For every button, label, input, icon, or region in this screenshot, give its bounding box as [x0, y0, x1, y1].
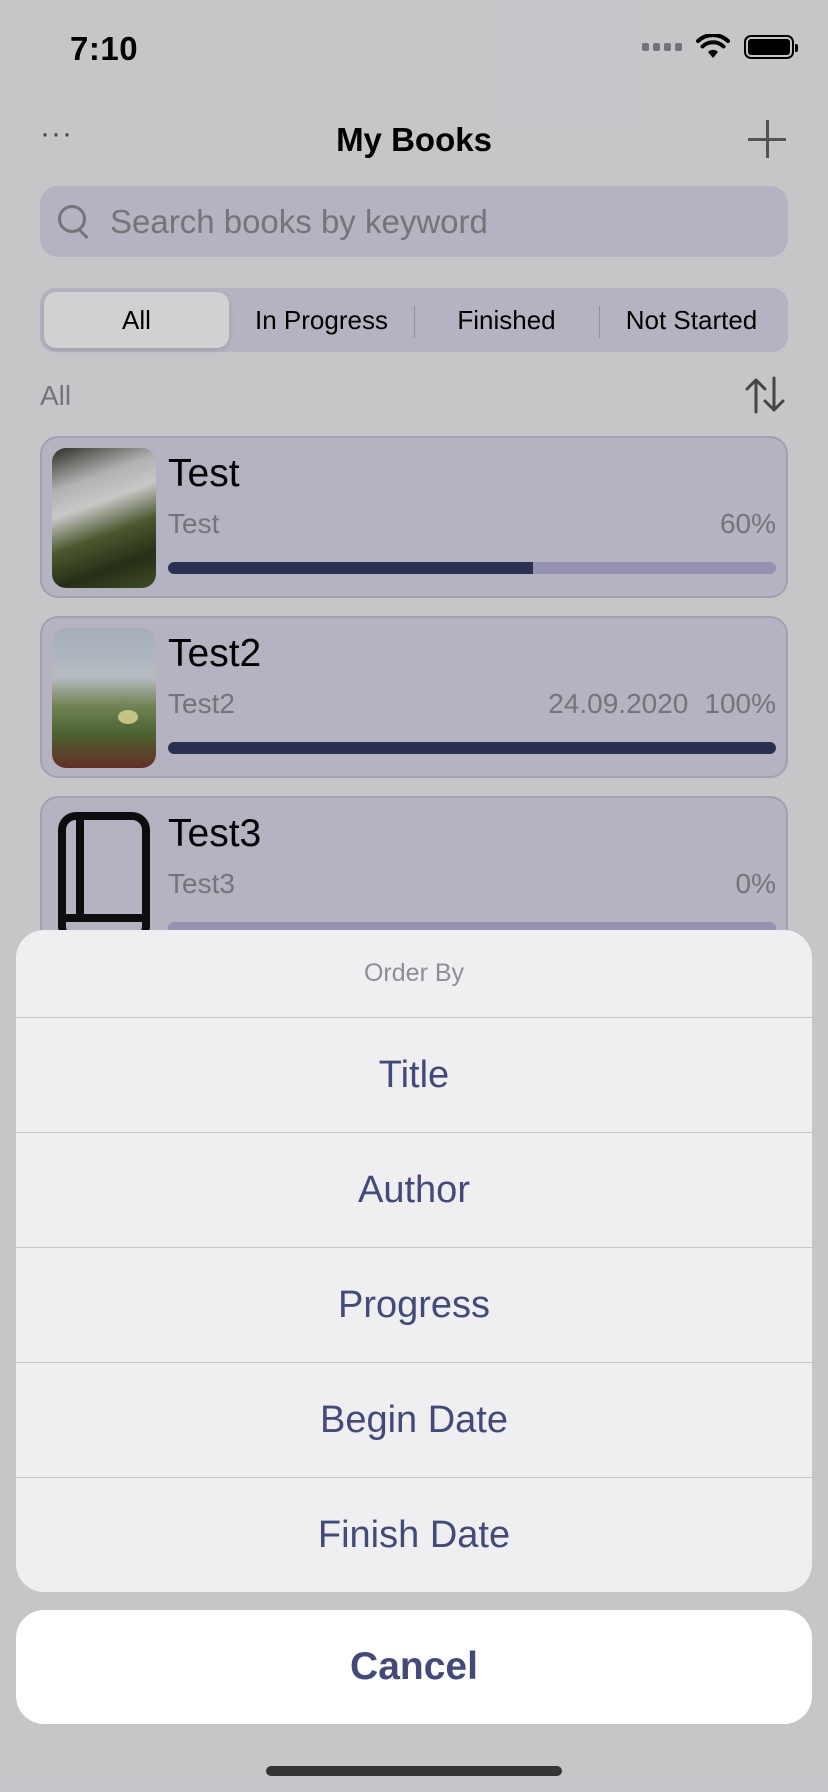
order-by-action-sheet: Order By Title Author Progress Begin Dat…: [16, 930, 812, 1592]
order-by-title-option[interactable]: Title: [16, 1018, 812, 1133]
home-indicator[interactable]: [266, 1766, 562, 1776]
screen: 7:10 ··· My Books All In Progress Finish…: [0, 0, 828, 1792]
order-by-author-option[interactable]: Author: [16, 1133, 812, 1248]
order-by-finish-date-option[interactable]: Finish Date: [16, 1478, 812, 1592]
order-by-progress-option[interactable]: Progress: [16, 1248, 812, 1363]
cancel-button[interactable]: Cancel: [16, 1610, 812, 1724]
order-by-begin-date-option[interactable]: Begin Date: [16, 1363, 812, 1478]
action-sheet-title: Order By: [16, 930, 812, 1018]
